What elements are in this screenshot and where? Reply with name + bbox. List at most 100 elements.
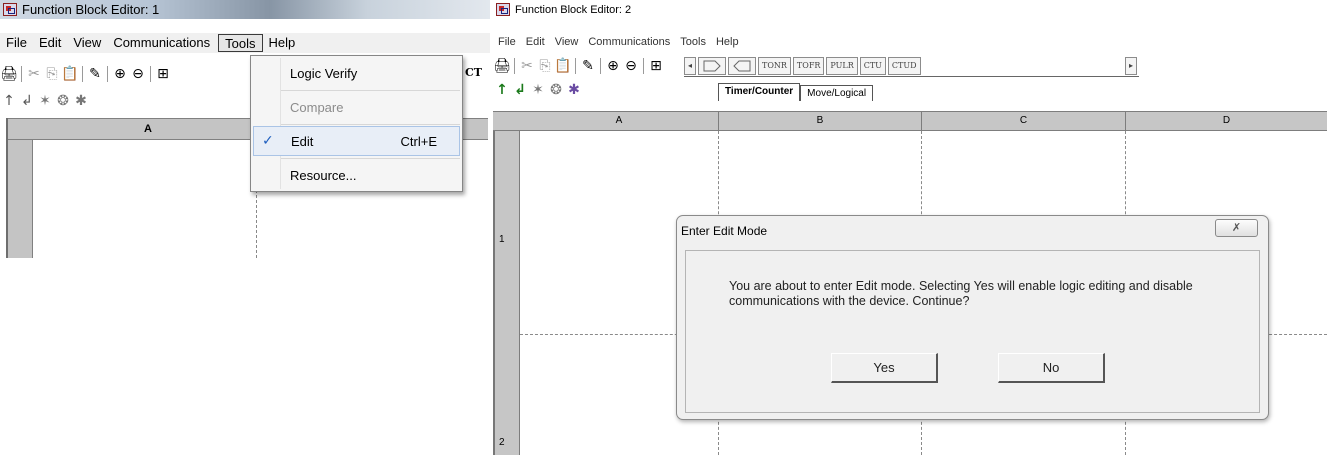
dialog-body: You are about to enter Edit mode. Select…	[685, 250, 1260, 413]
function-block-editor-1-window: Function Block Editor: 1 File Edit View …	[0, 0, 490, 258]
move-down-icon[interactable]: ↲	[511, 81, 529, 99]
cut-icon[interactable]: ✂	[518, 57, 536, 75]
toolbar-separator	[514, 58, 515, 74]
column-d-header: D	[1222, 115, 1231, 126]
tab-timer-counter[interactable]: Timer/Counter	[718, 83, 801, 101]
print-icon[interactable]: 🖨	[0, 65, 18, 83]
zoom-in-icon[interactable]: ⊕	[604, 57, 622, 75]
menu-view[interactable]: View	[550, 33, 584, 51]
app-icon	[3, 3, 17, 16]
tool-c-icon[interactable]: ✱	[565, 81, 583, 99]
menu-item-label: Resource...	[290, 167, 357, 183]
column-a-header: A	[615, 115, 623, 126]
window-title: Function Block Editor: 1	[22, 2, 160, 17]
main-toolbar: 🖨 ✂ ⎘ 📋 ✎ ⊕ ⊖ ⊞ ◂ TONR TOFR PULR CTU CTU…	[493, 55, 1327, 77]
menu-edit[interactable]: Edit	[521, 33, 550, 51]
toolbar-separator	[21, 66, 22, 82]
menu-file[interactable]: File	[493, 33, 521, 51]
move-up-icon[interactable]: ↑	[493, 81, 511, 99]
block-ctu-button[interactable]: CTU	[859, 56, 886, 75]
copy-icon[interactable]: ⎘	[536, 57, 554, 75]
tool-b-icon[interactable]: ❂	[547, 81, 565, 99]
tools-dropdown-menu: Logic Verify Compare ✓ Edit Ctrl+E Resou…	[250, 55, 463, 192]
zoom-in-icon[interactable]: ⊕	[111, 65, 129, 83]
menu-view[interactable]: View	[67, 34, 107, 52]
row-2-header: 2	[499, 437, 505, 448]
menu-file[interactable]: File	[0, 34, 33, 52]
secondary-toolbar: ↑ ↲ ✶ ❂ ✱	[493, 80, 1327, 100]
block-pulr-button[interactable]: PULR	[826, 56, 858, 75]
output-block-button[interactable]	[728, 56, 756, 75]
menu-help[interactable]: Help	[263, 34, 302, 52]
app-icon	[496, 3, 510, 16]
toolbar-separator	[150, 66, 151, 82]
menu-item-label: Logic Verify	[290, 65, 358, 81]
menu-tools[interactable]: Tools	[218, 34, 263, 52]
menu-item-resource[interactable]: Resource...	[251, 160, 462, 190]
cut-icon[interactable]: ✂	[25, 65, 43, 83]
edit-lock-icon[interactable]: ⊞	[154, 65, 172, 83]
enter-edit-mode-dialog: Enter Edit Mode ✗ You are about to enter…	[676, 215, 1269, 420]
zoom-out-icon[interactable]: ⊖	[622, 57, 640, 75]
row-1-header: 1	[499, 234, 505, 245]
toolbar-separator	[82, 66, 83, 82]
menu-item-logic-verify[interactable]: Logic Verify	[251, 58, 462, 88]
move-down-icon[interactable]: ↲	[18, 92, 36, 110]
block-tofr-button[interactable]: TOFR	[792, 56, 825, 75]
palette-scroll-left-icon[interactable]: ◂	[684, 56, 696, 75]
menu-separator	[281, 124, 460, 125]
yes-button[interactable]: Yes	[831, 353, 938, 383]
paste-icon[interactable]: 📋	[61, 65, 79, 83]
properties-icon[interactable]: ✎	[579, 57, 597, 75]
toolbar-separator	[107, 66, 108, 82]
menu-edit[interactable]: Edit	[33, 34, 67, 52]
toolbar-separator	[643, 58, 644, 74]
row-header-rail	[8, 140, 33, 258]
palette-tabs: Timer/Counter Move/Logical	[718, 83, 874, 101]
menu-bar: File Edit View Communications Tools Help	[0, 33, 490, 53]
tool-b-icon[interactable]: ❂	[54, 92, 72, 110]
palette-scroll-right-icon[interactable]: ▸	[1125, 56, 1137, 75]
tool-a-icon[interactable]: ✶	[36, 92, 54, 110]
tool-a-icon[interactable]: ✶	[529, 81, 547, 99]
function-block-editor-2-window: Function Block Editor: 2 File Edit View …	[493, 0, 1327, 455]
column-c-header: C	[1019, 115, 1028, 126]
menu-communications[interactable]: Communications	[583, 33, 675, 51]
menu-help[interactable]: Help	[711, 33, 744, 51]
print-icon[interactable]: 🖨	[493, 57, 511, 75]
paste-icon[interactable]: 📋	[554, 57, 572, 75]
checkmark-icon: ✓	[262, 133, 274, 149]
input-block-icon	[703, 60, 721, 71]
toolbar-separator	[575, 58, 576, 74]
menu-item-compare[interactable]: Compare	[251, 92, 462, 122]
title-bar: Function Block Editor: 1	[0, 0, 490, 19]
input-block-button[interactable]	[698, 56, 726, 75]
close-button[interactable]: ✗	[1215, 219, 1258, 237]
edit-lock-icon[interactable]: ⊞	[647, 57, 665, 75]
menu-item-label: Compare	[290, 99, 344, 115]
menu-bar: File Edit View Communications Tools Help	[493, 32, 1327, 52]
window-title: Function Block Editor: 2	[515, 3, 632, 16]
menu-communications[interactable]: Communications	[107, 34, 216, 52]
no-button[interactable]: No	[998, 353, 1105, 383]
dialog-title: Enter Edit Mode	[681, 224, 768, 238]
column-a-header: A	[144, 123, 152, 135]
output-block-icon	[733, 60, 751, 71]
copy-icon[interactable]: ⎘	[43, 65, 61, 83]
properties-icon[interactable]: ✎	[86, 65, 104, 83]
dialog-message: You are about to enter Edit mode. Select…	[729, 279, 1193, 308]
block-ctud-button[interactable]: CTUD	[887, 56, 921, 75]
zoom-out-icon[interactable]: ⊖	[129, 65, 147, 83]
row-header-rail: 1 2	[493, 131, 520, 455]
menu-tools[interactable]: Tools	[675, 33, 711, 51]
grid-column-header: A B C D	[493, 111, 1327, 131]
menu-item-edit[interactable]: ✓ Edit Ctrl+E	[253, 126, 460, 156]
toolbar-separator	[600, 58, 601, 74]
tab-move-logical[interactable]: Move/Logical	[800, 85, 874, 101]
move-up-icon[interactable]: ↑	[0, 92, 18, 110]
title-bar: Function Block Editor: 2	[493, 0, 1327, 19]
block-tonr-button[interactable]: TONR	[758, 56, 791, 75]
function-block-palette: ◂ TONR TOFR PULR CTU CTUD ▸	[684, 55, 1139, 77]
tool-c-icon[interactable]: ✱	[72, 92, 90, 110]
menu-item-shortcut: Ctrl+E	[400, 133, 437, 149]
